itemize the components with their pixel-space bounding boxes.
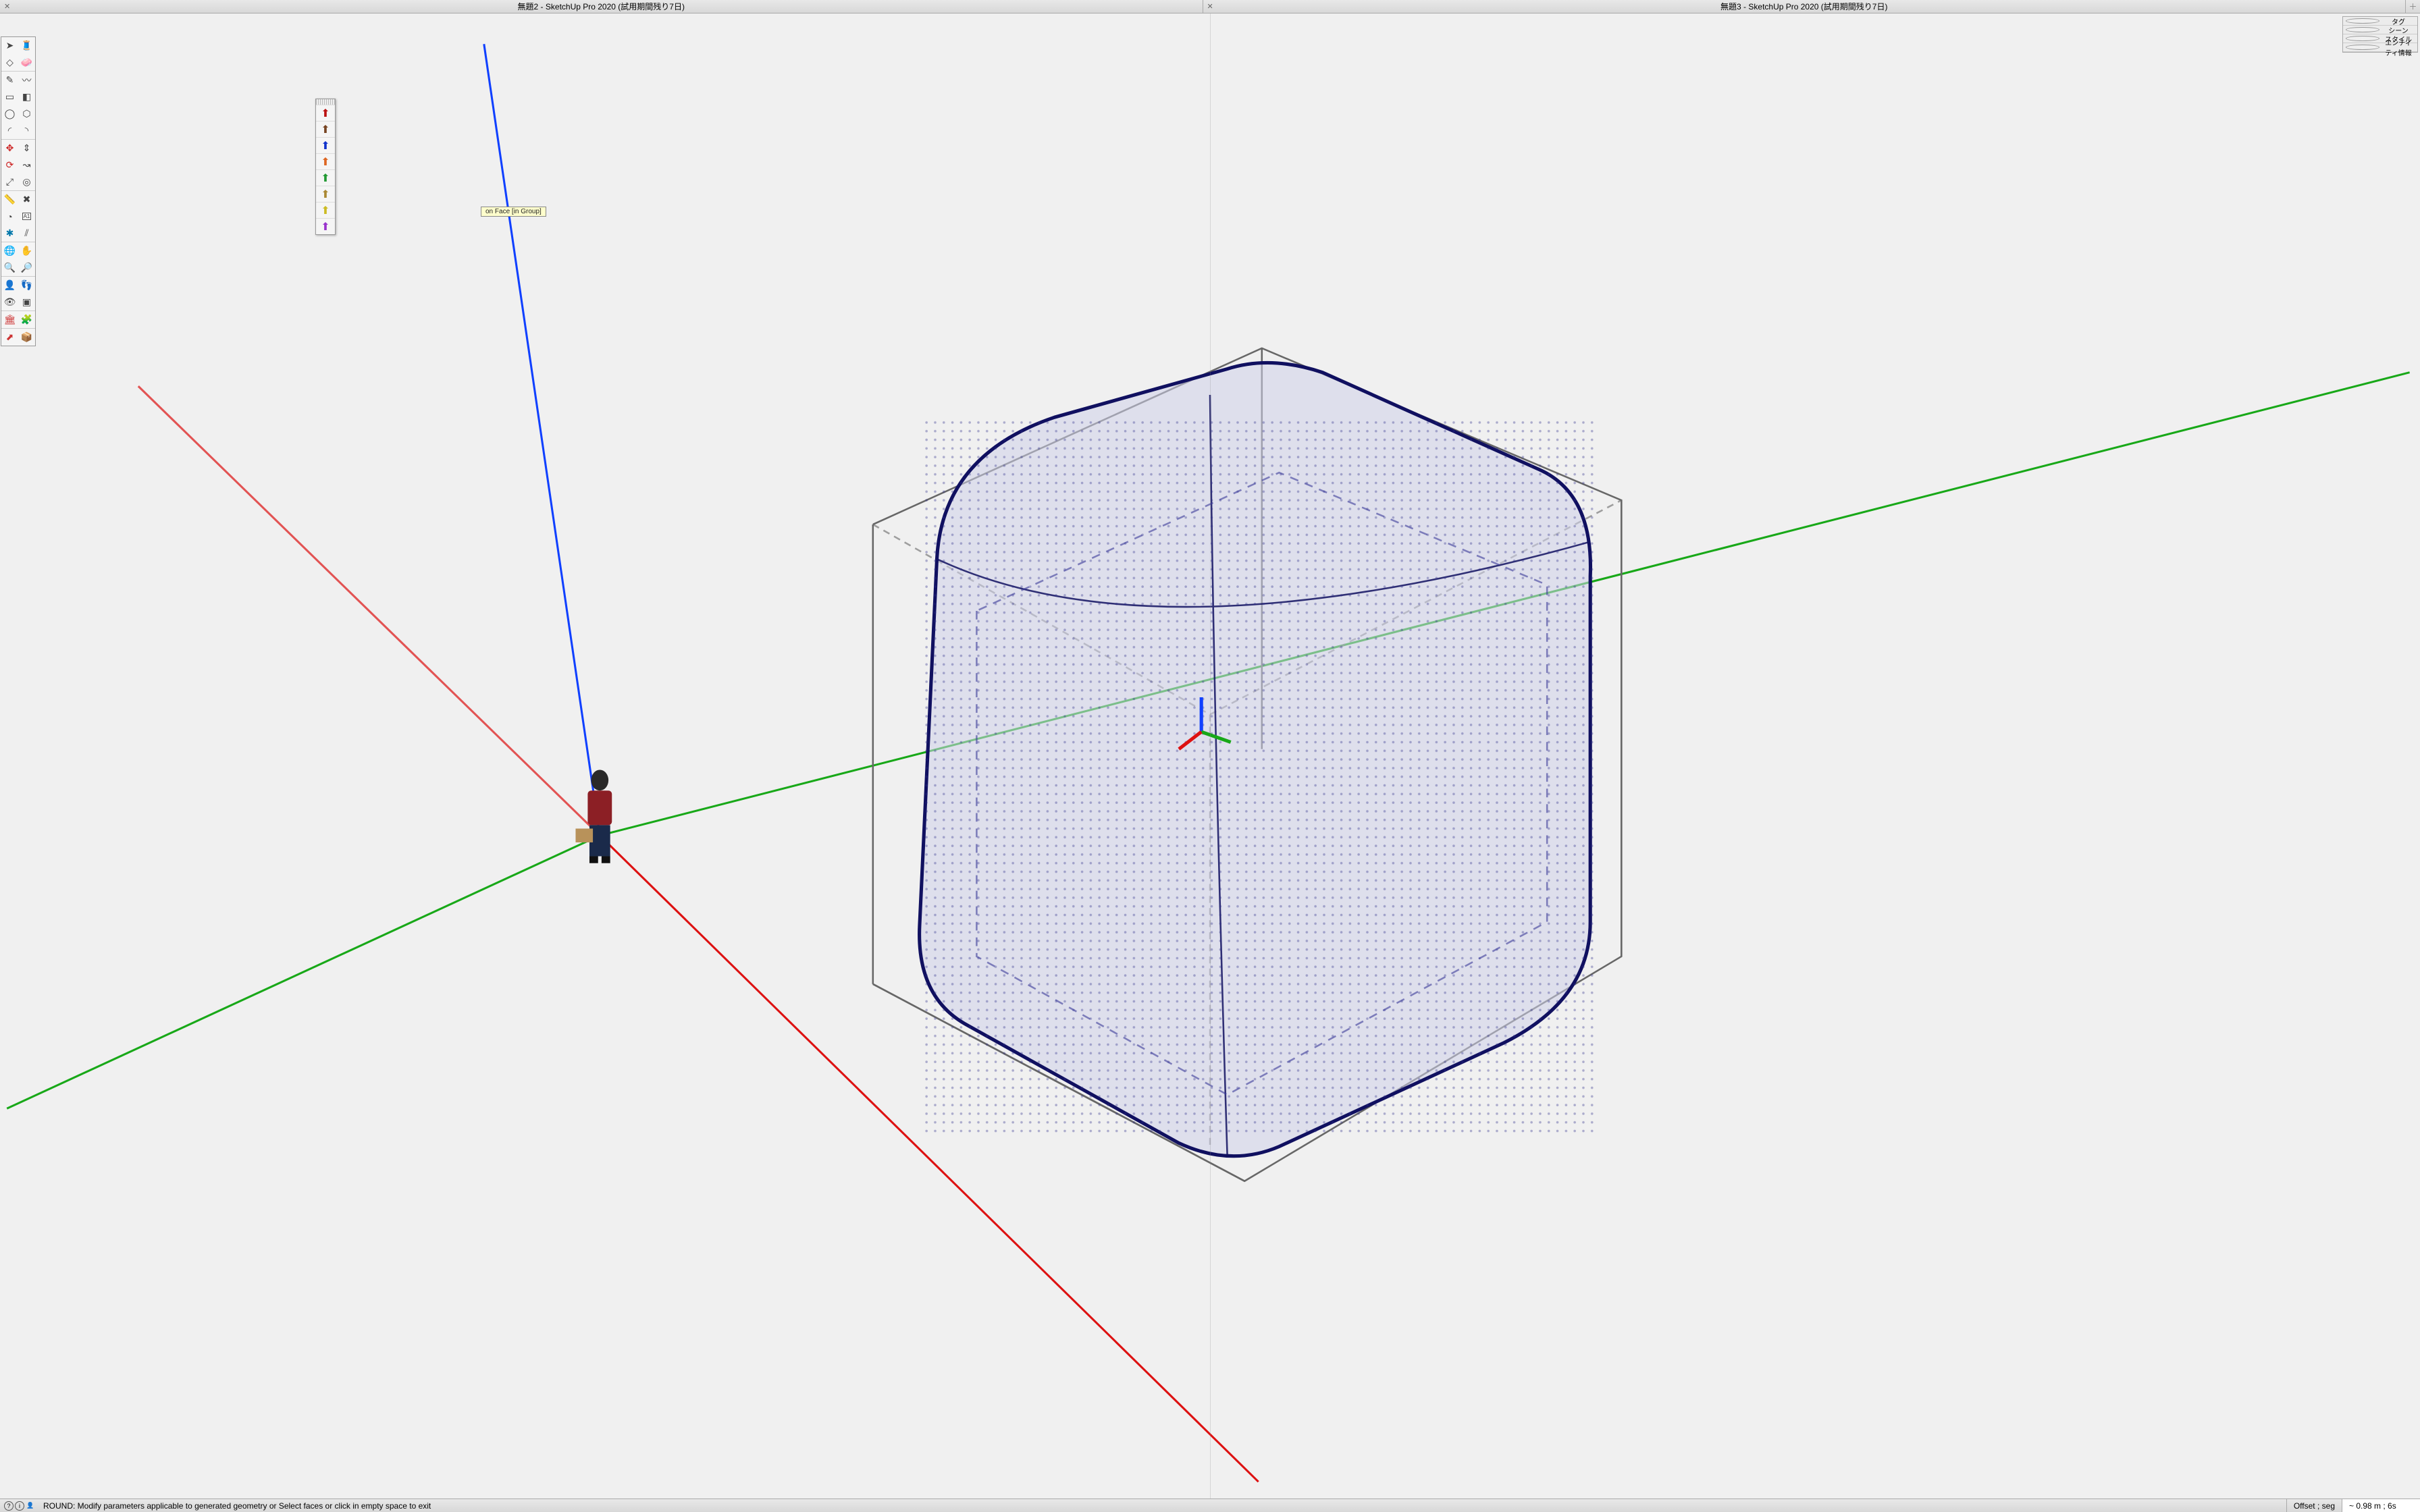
tool-tape-icon[interactable]: 📏 [1, 191, 18, 208]
tool-axes-icon[interactable]: ✱ [1, 225, 18, 242]
float-tool-3[interactable]: ⬆ [316, 137, 335, 153]
tool-position-camera-icon[interactable]: 👤 [1, 277, 18, 294]
tool-scale-icon[interactable]: ⤢ [1, 173, 18, 190]
expand-dot-icon[interactable] [2346, 27, 2379, 32]
inspector-row-entity-info[interactable]: エンティティ情報 [2343, 43, 2417, 52]
status-bar: ? i 👤 ROUND: Modify parameters applicabl… [0, 1498, 2420, 1512]
window-divider [1210, 14, 1211, 1512]
tool-section-icon[interactable]: ⫽ [18, 225, 35, 242]
float-tool-5[interactable]: ⬆ [316, 169, 335, 186]
tool-zoom-extents-icon[interactable]: 🔎 [18, 259, 35, 276]
tool-pan-icon[interactable]: ✋ [18, 242, 35, 259]
tool-eraser-icon[interactable]: ◇ [1, 54, 18, 71]
float-tool-8[interactable]: ⬆ [316, 218, 335, 234]
tool-rotated-rect-icon[interactable]: ◧ [18, 88, 35, 105]
tool-3d-warehouse-icon[interactable]: 🏛 [1, 311, 18, 328]
tool-zoom-icon[interactable]: 🔍 [1, 259, 18, 276]
tool-rotate-icon[interactable]: ⟳ [1, 157, 18, 173]
float-tool-1[interactable]: ⬆ [316, 105, 335, 121]
tool-text-icon[interactable]: ✖ [18, 191, 35, 208]
tool-warehouse-red-icon[interactable]: 📦 [18, 329, 35, 346]
window-title: 無題2 - SketchUp Pro 2020 (試用期間残り7日) [518, 1, 685, 12]
tool-move-icon[interactable]: ✥ [1, 140, 18, 157]
floating-palette[interactable]: ⬆ ⬆ ⬆ ⬆ ⬆ ⬆ ⬆ ⬆ [315, 99, 336, 235]
tool-rectangle-icon[interactable]: ▭ [1, 88, 18, 105]
tool-followme-icon[interactable]: ↝ [18, 157, 35, 173]
tool-protractor-icon[interactable]: ◔ [1, 208, 18, 225]
tool-extension-icon[interactable]: 🧩 [18, 311, 35, 328]
tool-section-plane-icon[interactable]: ▣ [18, 294, 35, 310]
close-icon[interactable]: ✕ [1207, 2, 1213, 7]
tool-lasso-icon[interactable]: 🧵 [18, 37, 35, 54]
vcb-label: Offset ; seg [2286, 1499, 2342, 1512]
title-tabs: ✕ 無題2 - SketchUp Pro 2020 (試用期間残り7日) ✕ 無… [0, 0, 2420, 14]
float-tool-6[interactable]: ⬆ [316, 186, 335, 202]
tool-look-icon[interactable]: 👁 [1, 294, 18, 310]
tool-send-icon[interactable]: ⬈ [1, 329, 18, 346]
status-message: ROUND: Modify parameters applicable to g… [39, 1501, 2286, 1511]
tool-pencil-icon[interactable]: ✎ [1, 72, 18, 88]
tool-pushpull-icon[interactable]: ⇕ [18, 140, 35, 157]
expand-dot-icon[interactable] [2346, 36, 2379, 41]
vcb-value[interactable]: ~ 0.98 m ; 6s [2342, 1499, 2420, 1512]
window-tab-1[interactable]: ✕ 無題2 - SketchUp Pro 2020 (試用期間残り7日) [0, 0, 1203, 13]
tool-select-arrow[interactable]: ➤ [1, 37, 18, 54]
tool-orbit-icon[interactable]: 🌐 [1, 242, 18, 259]
help-icon[interactable]: ? [4, 1501, 14, 1511]
window-tab-2[interactable]: ✕ 無題3 - SketchUp Pro 2020 (試用期間残り7日) [1203, 0, 2406, 13]
main-tool-palette: ➤ 🧵 ◇ 🧼 ✎ 〰 ▭ ◧ ◯ ⬡ ◜ ◝ ✥ ⇕ ⟳ ↝ ⤢ ◎ 📏 ✖ … [1, 36, 36, 346]
tool-circle-icon[interactable]: ◯ [1, 105, 18, 122]
tool-arc2-icon[interactable]: ◝ [18, 122, 35, 139]
float-tool-2[interactable]: ⬆ [316, 121, 335, 137]
tool-dim-icon[interactable]: A1 [18, 208, 35, 225]
tool-polygon-icon[interactable]: ⬡ [18, 105, 35, 122]
tool-freehand-icon[interactable]: 〰 [18, 72, 35, 88]
inference-tooltip: on Face [in Group] [481, 207, 546, 217]
tool-arc-icon[interactable]: ◜ [1, 122, 18, 139]
tool-walk-icon[interactable]: 👣 [18, 277, 35, 294]
float-tool-4[interactable]: ⬆ [316, 153, 335, 169]
info-icon[interactable]: i [15, 1501, 24, 1511]
window-title: 無題3 - SketchUp Pro 2020 (試用期間残り7日) [1720, 1, 1887, 12]
new-tab-button[interactable]: ＋ [2405, 0, 2420, 13]
tool-paint-icon[interactable]: 🧼 [18, 54, 35, 71]
expand-dot-icon[interactable] [2346, 45, 2379, 50]
palette-grip[interactable] [316, 99, 335, 105]
float-tool-7[interactable]: ⬆ [316, 202, 335, 218]
tool-offset-icon[interactable]: ◎ [18, 173, 35, 190]
user-icon[interactable]: 👤 [26, 1501, 35, 1511]
expand-dot-icon[interactable] [2346, 18, 2379, 24]
inspector-panel: タグ シーン スタイル エンティティ情報 [2342, 16, 2418, 53]
close-icon[interactable]: ✕ [4, 2, 9, 7]
